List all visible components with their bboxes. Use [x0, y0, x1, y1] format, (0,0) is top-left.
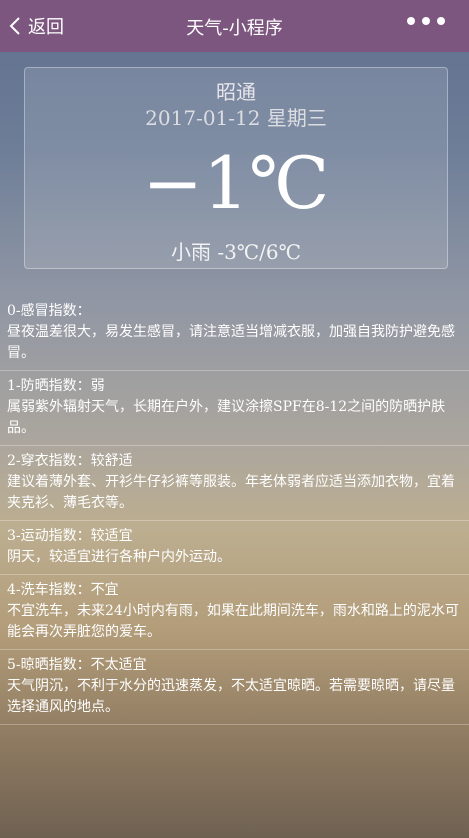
city-name: 昭通	[216, 80, 256, 104]
index-title: 0-感冒指数：	[7, 303, 91, 319]
navigation-bar: 返回 天气-小程序	[0, 0, 469, 52]
index-description: 不宜洗车，未来24小时内有雨，如果在此期间洗车，雨水和路上的泥水可能会再次弄脏您…	[7, 603, 459, 640]
more-dot-icon	[437, 17, 445, 25]
index-title: 5-晾晒指数：不太适宜	[7, 657, 147, 673]
more-dot-icon	[422, 17, 430, 25]
more-dot-icon	[407, 17, 415, 25]
weather-condition: 小雨 -3℃/6℃	[170, 240, 302, 264]
index-title: 2-穿衣指数：较舒适	[7, 453, 133, 469]
weekday: 星期三	[266, 106, 327, 130]
index-description: 阴天，较适宜进行各种户内外运动。	[7, 549, 231, 565]
index-description: 昼夜温差很大，易发生感冒，请注意适当增减衣服，加强自我防护避免感冒。	[7, 324, 455, 361]
list-item: 5-晾晒指数：不太适宜 天气阴沉，不利于水分的迅速蒸发，不太适宜晾晒。若需要晾晒…	[0, 650, 469, 725]
list-item: 3-运动指数：较适宜 阴天，较适宜进行各种户内外运动。	[0, 521, 469, 575]
index-description: 属弱紫外辐射天气，长期在户外，建议涂擦SPF在8-12之间的防晒护肤品。	[7, 399, 446, 436]
list-item: 1-防晒指数：弱 属弱紫外辐射天气，长期在户外，建议涂擦SPF在8-12之间的防…	[0, 371, 469, 446]
more-menu-button[interactable]	[407, 17, 445, 25]
index-title: 3-运动指数：较适宜	[7, 528, 133, 544]
index-title: 4-洗车指数：不宜	[7, 582, 119, 598]
index-description: 天气阴沉，不利于水分的迅速蒸发，不太适宜晾晒。若需要晾晒，请尽量选择通风的地点。	[7, 678, 455, 715]
date-line: 2017-01-12 星期三	[25, 102, 447, 131]
life-index-list: 0-感冒指数： 昼夜温差很大，易发生感冒，请注意适当增减衣服，加强自我防护避免感…	[0, 296, 469, 725]
index-description: 建议着薄外套、开衫牛仔衫裤等服装。年老体弱者应适当添加衣物，宜着夹克衫、薄毛衣等…	[7, 474, 455, 511]
index-title: 1-防晒指数：弱	[7, 378, 105, 394]
list-item: 2-穿衣指数：较舒适 建议着薄外套、开衫牛仔衫裤等服装。年老体弱者应适当添加衣物…	[0, 446, 469, 521]
date: 2017-01-12	[145, 106, 261, 130]
list-item: 4-洗车指数：不宜 不宜洗车，未来24小时内有雨，如果在此期间洗车，雨水和路上的…	[0, 575, 469, 650]
current-temperature: −1℃	[142, 141, 330, 225]
weather-card: 昭通 2017-01-12 星期三 −1℃ 小雨 -3℃/6℃	[24, 67, 448, 269]
list-item: 0-感冒指数： 昼夜温差很大，易发生感冒，请注意适当增减衣服，加强自我防护避免感…	[0, 296, 469, 371]
page-title: 天气-小程序	[186, 18, 283, 39]
